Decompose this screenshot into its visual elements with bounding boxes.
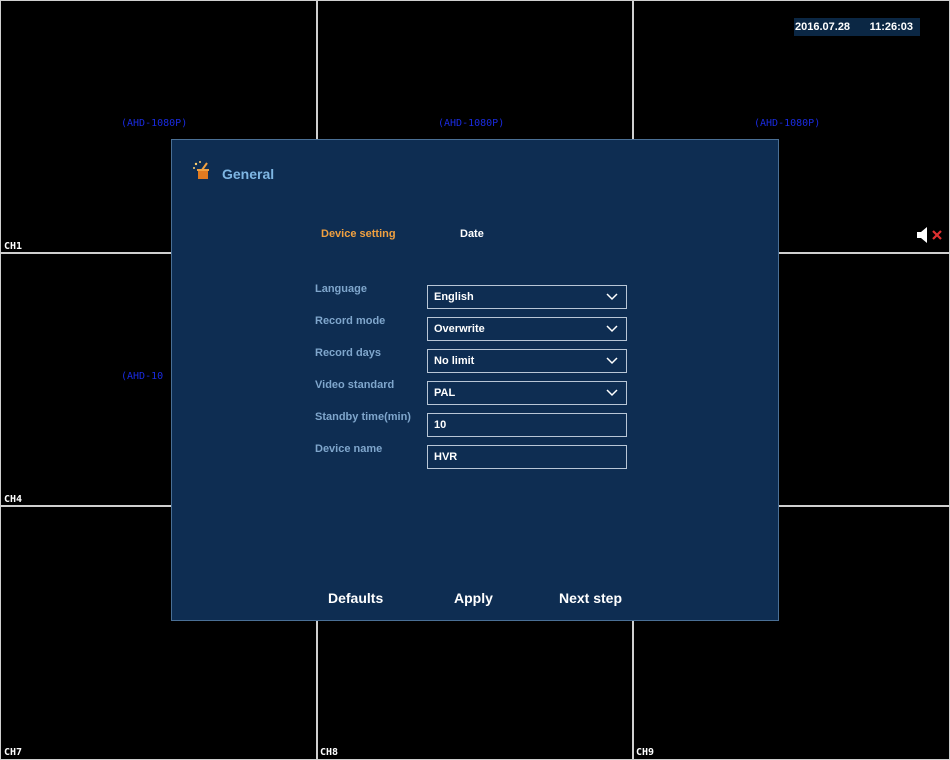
channel-label: CH9 [636,747,655,758]
video-standard-label: Video standard [315,379,395,391]
channel-label: CH4 [4,494,23,505]
device-name-label: Device name [315,443,383,455]
standby-time-value: 10 [434,419,447,431]
language-select[interactable]: English [427,285,627,309]
tab-date[interactable]: Date [460,228,484,240]
resolution-label: (AHD-10 [121,371,164,382]
video-standard-select[interactable]: PAL [427,381,627,405]
chevron-down-icon [606,325,618,333]
chevron-down-icon [606,389,618,397]
language-row: Language English [315,283,635,309]
standby-time-label: Standby time(min) [315,411,411,423]
resolution-label: (AHD-1080P) [438,118,505,129]
datetime-display: 2016.07.28 11:26:03 [794,18,920,36]
language-label: Language [315,283,367,295]
record-days-row: Record days No limit [315,347,635,373]
standby-time-row: Standby time(min) 10 [315,411,635,437]
record-days-label: Record days [315,347,382,359]
chevron-down-icon [606,293,618,301]
resolution-label: (AHD-1080P) [754,118,821,129]
record-mode-row: Record mode Overwrite [315,315,635,341]
tab-device-setting[interactable]: Device setting [321,228,396,240]
record-mode-value: Overwrite [434,323,485,335]
device-name-row: Device name HVR [315,443,635,469]
device-name-input[interactable]: HVR [427,445,627,469]
record-mode-label: Record mode [315,315,386,327]
language-value: English [434,291,474,303]
general-dialog: General Device setting Date Language Eng… [171,139,779,621]
channel-label: CH1 [4,241,23,252]
record-mode-select[interactable]: Overwrite [427,317,627,341]
channel-label: CH7 [4,747,23,758]
channel-label: CH8 [320,747,339,758]
wizard-icon [192,160,214,187]
record-days-value: No limit [434,355,475,367]
video-standard-value: PAL [434,387,456,399]
dialog-title: General [222,165,275,182]
device-name-value: HVR [434,451,458,463]
date-text: 2016.07.28 [795,21,851,33]
time-text: 11:26:03 [869,21,913,33]
defaults-button[interactable]: Defaults [328,590,383,606]
speaker-muted-icon[interactable] [916,226,946,244]
dialog-header: General [192,160,274,187]
chevron-down-icon [606,357,618,365]
record-days-select[interactable]: No limit [427,349,627,373]
resolution-label: (AHD-1080P) [121,118,188,129]
next-step-button[interactable]: Next step [559,590,622,606]
video-standard-row: Video standard PAL [315,379,635,405]
standby-time-input[interactable]: 10 [427,413,627,437]
apply-button[interactable]: Apply [454,590,493,606]
